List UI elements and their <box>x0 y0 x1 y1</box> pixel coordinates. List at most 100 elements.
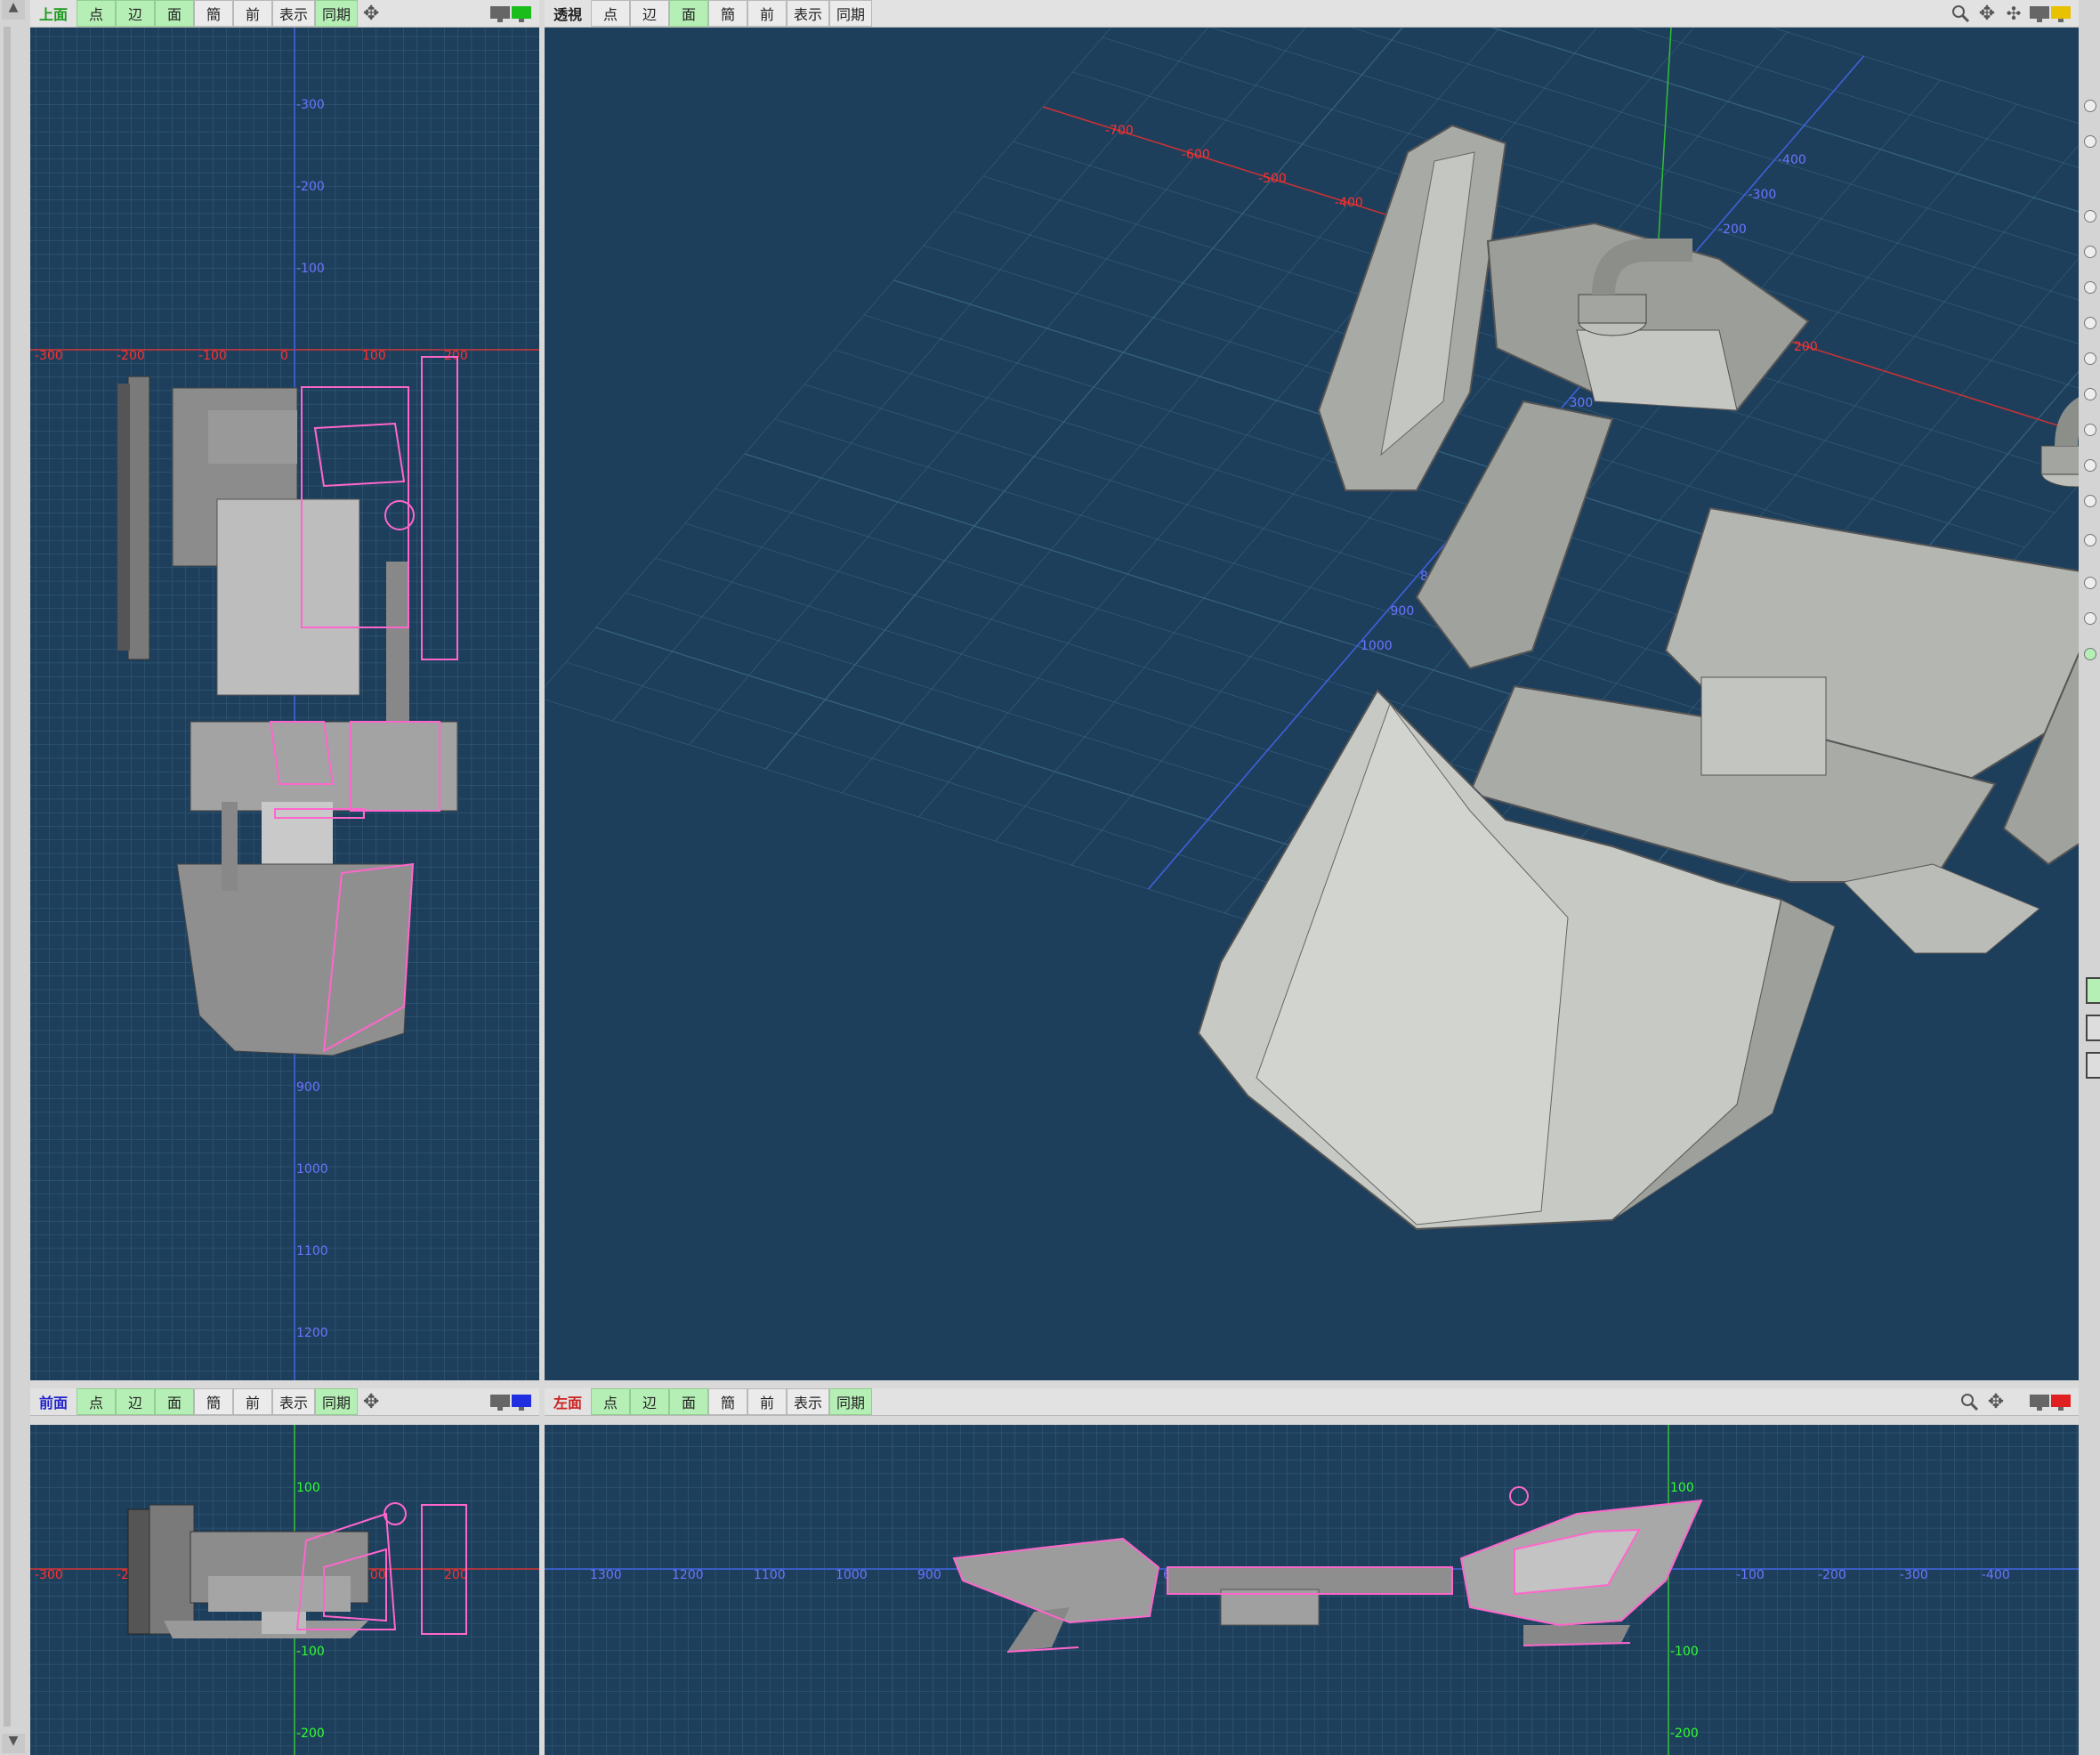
axis-tick-label: -200 <box>296 180 325 194</box>
toolbar-perspective-view: 透視 点 辺 面 簡 前 表示 同期 ✥ ✣ <box>545 0 2079 28</box>
face-mode-button[interactable]: 面 <box>669 1388 708 1415</box>
front-button[interactable]: 前 <box>233 0 272 27</box>
toolbar-left-view: 左面 点 辺 面 簡 前 表示 同期 ✥ <box>545 1388 2079 1416</box>
monitor-icon[interactable] <box>2027 1388 2079 1415</box>
visibility-toggle-icon[interactable] <box>2084 281 2096 294</box>
axis-tick-label: -700 <box>1105 124 1134 138</box>
viewport-perspective[interactable]: -700-600-500-400-300-200-1000100200-400-… <box>545 28 2079 1380</box>
visibility-toggle-icon[interactable] <box>2084 612 2096 625</box>
display-button[interactable]: 表示 <box>272 1388 316 1415</box>
search-icon[interactable] <box>1956 1388 1983 1415</box>
axis-tick-label: 1000 <box>1361 639 1393 653</box>
viewport-left[interactable]: 1300120011001000900800700600500400300200… <box>545 1425 2079 1755</box>
axis-tick-label: 200 <box>1794 340 1818 354</box>
axis-tick-label: 1200 <box>672 1568 704 1582</box>
visibility-toggle-icon[interactable] <box>2084 424 2096 436</box>
scroll-down-arrow-icon[interactable]: ▼ <box>2 1734 25 1753</box>
move-icon[interactable]: ✥ <box>1974 0 2000 27</box>
front-button[interactable]: 前 <box>747 0 787 27</box>
axis-tick-label: -400 <box>1982 1568 2010 1582</box>
axis-tick-label: 1100 <box>754 1568 786 1582</box>
axis-tick-label: -300 <box>35 349 63 363</box>
visibility-toggle-icon[interactable] <box>2084 210 2096 222</box>
axis-tick-label: -300 <box>1749 188 1777 202</box>
visibility-toggle-icon[interactable] <box>2084 648 2096 660</box>
sync-button[interactable]: 同期 <box>829 0 873 27</box>
vertex-mode-button[interactable]: 点 <box>77 1388 116 1415</box>
right-side-panel <box>2079 0 2100 1755</box>
axis-tick-label: -200 <box>296 1727 325 1741</box>
edge-mode-button[interactable]: 辺 <box>630 1388 669 1415</box>
axis-tick-label: -200 <box>1718 222 1747 237</box>
front-button[interactable]: 前 <box>747 1388 787 1415</box>
axis-tick-label: -600 <box>1182 148 1210 162</box>
viewport-title-front: 前面 <box>38 1395 68 1411</box>
model-top-view <box>117 376 458 1056</box>
rotate-icon[interactable]: ✣ <box>2000 0 2027 27</box>
scroll-up-arrow-icon[interactable]: ▲ <box>2 0 25 20</box>
axis-tick-label: -500 <box>1258 172 1287 186</box>
display-button[interactable]: 表示 <box>272 0 316 27</box>
viewport-front[interactable]: -300-200-1000100200100-100-200 <box>30 1425 539 1755</box>
viewport-title-perspective: 透視 <box>553 6 582 23</box>
left-scroll-strip[interactable]: ▲ ▼ <box>0 0 30 1755</box>
vertex-mode-button[interactable]: 点 <box>591 1388 630 1415</box>
panel-checkbox[interactable] <box>2086 977 2100 1004</box>
visibility-toggle-icon[interactable] <box>2084 388 2096 400</box>
face-mode-button[interactable]: 面 <box>155 0 194 27</box>
simple-mode-button[interactable]: 簡 <box>194 1388 233 1415</box>
axis-tick-label: -100 <box>296 1645 325 1659</box>
visibility-toggle-icon[interactable] <box>2084 459 2096 472</box>
axis-tick-label: 1200 <box>296 1326 328 1340</box>
move-icon[interactable]: ✥ <box>358 0 384 27</box>
axis-tick-label: -200 <box>117 349 145 363</box>
axis-tick-label: 0 <box>280 349 288 363</box>
viewport-top[interactable]: -300-200-1000100200-300-200-100300400500… <box>30 28 539 1380</box>
vertex-mode-button[interactable]: 点 <box>591 0 630 27</box>
axis-tick-label: -400 <box>1778 153 1806 167</box>
edge-mode-button[interactable]: 辺 <box>116 0 155 27</box>
edge-mode-button[interactable]: 辺 <box>630 0 669 27</box>
toolbar-top-view: 上面 点 辺 面 簡 前 表示 同期 ✥ <box>30 0 539 28</box>
sync-button[interactable]: 同期 <box>315 1388 359 1415</box>
visibility-toggle-icon[interactable] <box>2084 495 2096 507</box>
axis-tick-label: -100 <box>1736 1568 1765 1582</box>
visibility-toggle-icon[interactable] <box>2084 135 2096 148</box>
visibility-toggle-icon[interactable] <box>2084 577 2096 589</box>
display-button[interactable]: 表示 <box>787 0 830 27</box>
axis-tick-label: 100 <box>296 1481 320 1495</box>
face-mode-button[interactable]: 面 <box>155 1388 194 1415</box>
move-icon[interactable]: ✥ <box>1983 1388 2009 1415</box>
visibility-toggle-icon[interactable] <box>2084 534 2096 546</box>
search-icon[interactable] <box>1947 0 1974 27</box>
visibility-toggle-icon[interactable] <box>2084 352 2096 365</box>
vertex-mode-button[interactable]: 点 <box>77 0 116 27</box>
axis-tick-label: 1000 <box>296 1162 328 1177</box>
edge-mode-button[interactable]: 辺 <box>116 1388 155 1415</box>
move-icon[interactable]: ✥ <box>358 1388 384 1415</box>
sync-button[interactable]: 同期 <box>829 1388 873 1415</box>
axis-tick-label: 900 <box>917 1568 941 1582</box>
visibility-toggle-icon[interactable] <box>2084 246 2096 258</box>
monitor-icon[interactable] <box>2027 0 2079 27</box>
monitor-icon[interactable] <box>488 0 539 27</box>
visibility-toggle-icon[interactable] <box>2084 100 2096 112</box>
axis-tick-label: -300 <box>296 98 325 112</box>
simple-mode-button[interactable]: 簡 <box>708 1388 747 1415</box>
axis-tick-label: -200 <box>1818 1568 1846 1582</box>
simple-mode-button[interactable]: 簡 <box>194 0 233 27</box>
axis-tick-label: -200 <box>1670 1727 1699 1741</box>
panel-checkbox[interactable] <box>2086 1052 2100 1079</box>
simple-mode-button[interactable]: 簡 <box>708 0 747 27</box>
scrollbar-track[interactable] <box>4 27 11 1727</box>
face-mode-button[interactable]: 面 <box>669 0 708 27</box>
axis-tick-label: 900 <box>296 1080 320 1095</box>
monitor-icon[interactable] <box>488 1388 539 1415</box>
display-button[interactable]: 表示 <box>787 1388 830 1415</box>
panel-checkbox[interactable] <box>2086 1015 2100 1041</box>
axis-tick-label: 100 <box>1670 1481 1694 1495</box>
axis-tick-label: -100 <box>198 349 227 363</box>
sync-button[interactable]: 同期 <box>315 0 359 27</box>
visibility-toggle-icon[interactable] <box>2084 317 2096 329</box>
front-button[interactable]: 前 <box>233 1388 272 1415</box>
